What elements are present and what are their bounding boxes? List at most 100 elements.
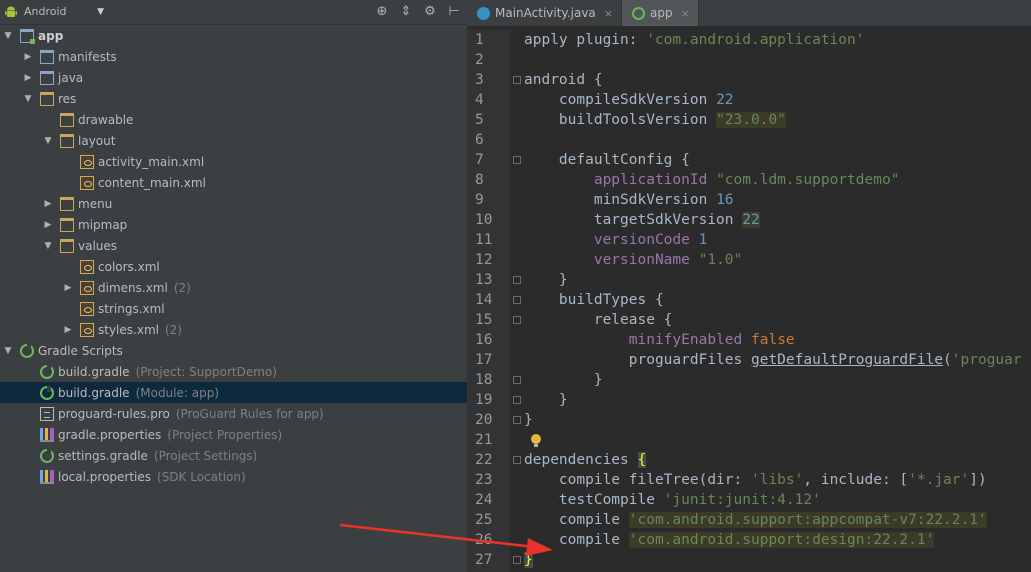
tree-item[interactable]: gradle.properties (Project Properties) — [0, 424, 467, 445]
collapsed-arrow-icon[interactable]: ▶ — [22, 73, 34, 83]
java-class-icon — [477, 6, 490, 20]
lightbulb-icon[interactable] — [531, 434, 541, 447]
code-line[interactable]: 9 minSdkVersion 16 — [467, 190, 979, 210]
android-icon — [5, 6, 17, 17]
code-line[interactable]: 24 testCompile 'junit:junit:4.12' — [467, 490, 979, 510]
code-area[interactable]: 1 apply plugin: 'com.android.application'… — [467, 30, 1031, 572]
code-line[interactable]: 8 applicationId "com.ldm.supportdemo" — [467, 170, 979, 190]
code-line[interactable]: 26 compile 'com.android.support:design:2… — [467, 530, 979, 550]
collapse-all-icon[interactable]: ⇕ — [399, 2, 413, 21]
collapsed-arrow-icon[interactable]: ▶ — [42, 199, 54, 209]
code-token: } — [524, 272, 568, 288]
line-number: 16 — [475, 332, 493, 348]
code-token: versionCode — [593, 232, 690, 248]
tree-item[interactable]: build.gradle (Project: SupportDemo) — [0, 361, 467, 382]
code-line[interactable]: 1 apply plugin: 'com.android.application' — [467, 30, 979, 50]
fold-marker-icon[interactable] — [513, 556, 521, 564]
code-line[interactable]: 16 minifyEnabled false — [467, 330, 979, 350]
code-line[interactable]: 15 release { — [467, 310, 979, 330]
code-line[interactable]: 18 } — [467, 370, 979, 390]
tab-mainactivity[interactable]: MainActivity.java × — [467, 0, 622, 26]
line-number: 23 — [475, 472, 493, 488]
code-token: minifyEnabled — [628, 332, 743, 348]
fold-marker-icon[interactable] — [513, 76, 521, 84]
tree-item[interactable]: ▼ values — [0, 235, 467, 256]
code-line[interactable]: 20} — [467, 410, 979, 430]
tree-item[interactable]: build.gradle (Module: app) — [0, 382, 467, 403]
line-number: 24 — [475, 492, 493, 508]
code-line[interactable]: 27} — [467, 550, 979, 570]
tree-item[interactable]: ▼ layout — [0, 130, 467, 151]
expanded-arrow-icon[interactable]: ▼ — [2, 346, 14, 356]
tree-item[interactable]: drawable — [0, 109, 467, 130]
collapsed-arrow-icon[interactable]: ▶ — [62, 283, 74, 293]
code-line[interactable]: 14 buildTypes { — [467, 290, 979, 310]
tree-item[interactable]: content_main.xml — [0, 172, 467, 193]
tree-item[interactable]: colors.xml — [0, 256, 467, 277]
tree-item-hint: (ProGuard Rules for app) — [175, 406, 324, 421]
tree-item[interactable]: activity_main.xml — [0, 151, 467, 172]
fold-marker-icon[interactable] — [513, 316, 521, 324]
code-line[interactable]: 25 compile 'com.android.support:appcompa… — [467, 510, 987, 530]
tree-item[interactable]: strings.xml — [0, 298, 467, 319]
tree-item[interactable]: proguard-rules.pro (ProGuard Rules for ap… — [0, 403, 467, 424]
fold-marker-icon[interactable] — [513, 276, 521, 284]
code-line[interactable]: 6 — [467, 130, 979, 150]
expanded-arrow-icon[interactable]: ▼ — [2, 31, 14, 41]
scroll-from-source-icon[interactable]: ⊕ — [375, 2, 389, 21]
tree-item[interactable]: ▼ Gradle Scripts — [0, 340, 467, 361]
code-token: 22 — [742, 212, 760, 228]
tree-item[interactable]: settings.gradle (Project Settings) — [0, 445, 467, 466]
collapsed-arrow-icon[interactable]: ▶ — [22, 52, 34, 62]
code-line[interactable]: 7 defaultConfig { — [467, 150, 979, 170]
code-line[interactable]: 19 } — [467, 390, 979, 410]
tree-item[interactable]: ▶ mipmap — [0, 214, 467, 235]
tab-app[interactable]: app × — [622, 0, 699, 26]
tree-item[interactable]: ▶ menu — [0, 193, 467, 214]
tree-item[interactable]: ▼ res — [0, 88, 467, 109]
code-token: 'com.android.application' — [646, 32, 865, 48]
code-line[interactable]: 12 versionName "1.0" — [467, 250, 979, 270]
code-text: proguardFiles getDefaultProguardFile('pr… — [524, 350, 1022, 370]
fold-marker-icon[interactable] — [513, 376, 521, 384]
xml-file-icon — [80, 322, 94, 337]
settings-gear-icon[interactable]: ⚙ — [423, 2, 437, 21]
expanded-arrow-icon[interactable]: ▼ — [22, 94, 34, 104]
collapsed-arrow-icon[interactable]: ▶ — [42, 220, 54, 230]
code-line[interactable]: 13 } — [467, 270, 979, 290]
fold-marker-icon[interactable] — [513, 456, 521, 464]
code-line[interactable]: 4 compileSdkVersion 22 — [467, 90, 979, 110]
fold-marker-icon[interactable] — [513, 156, 521, 164]
code-line[interactable]: 2 — [467, 50, 979, 70]
code-line[interactable]: 17 proguardFiles getDefaultProguardFile(… — [467, 350, 1022, 370]
fold-marker-icon[interactable] — [513, 296, 521, 304]
code-line[interactable]: 5 buildToolsVersion "23.0.0" — [467, 110, 979, 130]
fold-marker-icon[interactable] — [513, 416, 521, 424]
code-line[interactable]: 3 android { — [467, 70, 979, 90]
tree-item[interactable]: ▶ dimens.xml (2) — [0, 277, 467, 298]
tree-item[interactable]: ▶ java — [0, 67, 467, 88]
close-tab-icon[interactable]: × — [681, 7, 690, 20]
code-token: minSdkVersion — [524, 192, 717, 208]
expanded-arrow-icon[interactable]: ▼ — [42, 136, 54, 146]
tree-item[interactable]: ▶ styles.xml (2) — [0, 319, 467, 340]
code-line[interactable]: 11 versionCode 1 — [467, 230, 979, 250]
close-tab-icon[interactable]: × — [604, 7, 613, 20]
folder-icon — [40, 70, 54, 85]
tree-item[interactable]: ▶ manifests — [0, 46, 467, 67]
code-line[interactable]: 22 dependencies { — [467, 450, 979, 470]
line-number: 26 — [475, 532, 493, 548]
fold-marker-icon[interactable] — [513, 396, 521, 404]
code-token: testCompile — [524, 492, 664, 508]
tree-item[interactable]: ▼ app — [0, 25, 467, 46]
code-line[interactable]: 23 compile fileTree(dir: 'libs', include… — [467, 470, 987, 490]
tree-item[interactable]: local.properties (SDK Location) — [0, 466, 467, 487]
code-line[interactable]: 21 — [467, 430, 979, 450]
expanded-arrow-icon[interactable]: ▼ — [42, 241, 54, 251]
code-line[interactable]: 10 targetSdkVersion 22 — [467, 210, 979, 230]
collapsed-arrow-icon[interactable]: ▶ — [62, 325, 74, 335]
hide-panel-icon[interactable]: ⊢ — [447, 2, 461, 21]
view-selector-dropdown[interactable]: Android ▼ — [4, 2, 104, 21]
code-token: versionName — [593, 252, 690, 268]
